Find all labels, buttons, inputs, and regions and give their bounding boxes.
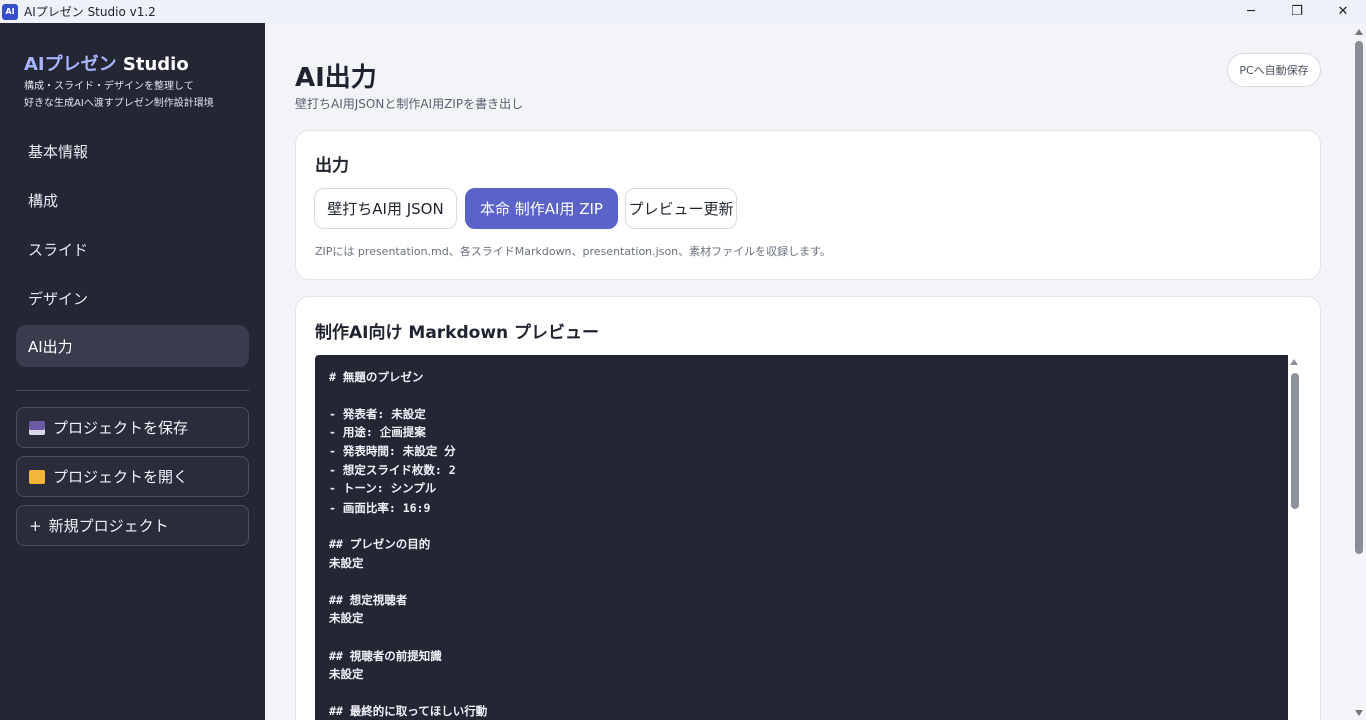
page-title: AI出力 bbox=[295, 63, 377, 93]
tagline-line-2: 好きな生成AIへ渡すプレゼン制作設計環境 bbox=[24, 98, 214, 109]
window-controls: ─ ❐ ✕ bbox=[1228, 0, 1366, 23]
preview-line: # 無題のプレゼン bbox=[329, 370, 424, 384]
brand-title: AIプレゼン Studio bbox=[24, 50, 189, 76]
output-card-title: 出力 bbox=[315, 156, 349, 176]
brand-accent: AIプレゼン bbox=[24, 54, 117, 75]
window-scrollbar[interactable] bbox=[1352, 23, 1366, 720]
zip-note: ZIPには presentation.md、各スライドMarkdown、pres… bbox=[315, 245, 832, 258]
markdown-preview[interactable]: # 無題のプレゼン - 発表者: 未設定 - 用途: 企画提案 - 発表時間: … bbox=[315, 355, 1288, 720]
open-project-label: プロジェクトを開く bbox=[53, 468, 189, 486]
brand-tagline: 構成・スライド・デザインを整理して 好きな生成AIへ渡すプレゼン制作設計環境 bbox=[24, 78, 214, 112]
sidebar-item-structure[interactable]: 構成 bbox=[16, 179, 249, 221]
app-icon: AI bbox=[2, 3, 18, 20]
preview-card: 制作AI向け Markdown プレビュー # 無題のプレゼン - 発表者: 未… bbox=[295, 296, 1321, 720]
output-card: 出力 壁打ちAI用 JSON 本命 制作AI用 ZIP プレビュー更新 ZIPに… bbox=[295, 130, 1321, 280]
preview-line: 未設定 bbox=[329, 611, 364, 625]
minimize-button[interactable]: ─ bbox=[1228, 0, 1274, 23]
window-scroll-thumb[interactable] bbox=[1355, 41, 1363, 554]
preview-line: - 想定スライド枚数: 2 bbox=[329, 463, 456, 477]
refresh-preview-button[interactable]: プレビュー更新 bbox=[625, 188, 737, 229]
open-project-button[interactable]: プロジェクトを開く bbox=[16, 456, 249, 497]
sidebar-divider bbox=[16, 390, 249, 391]
sidebar-item-slides[interactable]: スライド bbox=[16, 228, 249, 270]
sidebar-item-basic-info[interactable]: 基本情報 bbox=[16, 130, 249, 172]
sidebar-item-ai-output[interactable]: AI出力 bbox=[16, 325, 249, 367]
preview-card-title: 制作AI向け Markdown プレビュー bbox=[315, 323, 600, 343]
preview-line: ## プレゼンの目的 bbox=[329, 537, 431, 551]
close-button[interactable]: ✕ bbox=[1320, 0, 1366, 23]
preview-line: ## 想定視聴者 bbox=[329, 593, 408, 607]
window-titlebar: AI AIプレゼン Studio v1.2 ─ ❐ ✕ bbox=[0, 0, 1366, 23]
new-project-button[interactable]: + 新規プロジェクト bbox=[16, 505, 249, 546]
sidebar-item-design[interactable]: デザイン bbox=[16, 277, 249, 319]
export-json-button[interactable]: 壁打ちAI用 JSON bbox=[314, 188, 457, 229]
save-project-label: プロジェクトを保存 bbox=[53, 419, 189, 437]
folder-icon bbox=[29, 469, 45, 484]
sidebar: AIプレゼン Studio 構成・スライド・デザインを整理して 好きな生成AIへ… bbox=[0, 23, 265, 720]
scroll-up-arrow-icon[interactable] bbox=[1290, 359, 1298, 365]
autosave-button[interactable]: PCへ自動保存 bbox=[1227, 53, 1321, 87]
preview-line: ## 視聴者の前提知識 bbox=[329, 649, 442, 663]
preview-line: - 画面比率: 16:9 bbox=[329, 501, 431, 515]
new-project-label: 新規プロジェクト bbox=[48, 517, 169, 535]
save-project-button[interactable]: プロジェクトを保存 bbox=[16, 407, 249, 448]
preview-line: - 発表時間: 未設定 分 bbox=[329, 444, 456, 458]
export-zip-button[interactable]: 本命 制作AI用 ZIP bbox=[465, 188, 618, 229]
window-title: AIプレゼン Studio v1.2 bbox=[24, 5, 156, 19]
preview-line: - 用途: 企画提案 bbox=[329, 425, 426, 439]
preview-line: 未設定 bbox=[329, 556, 364, 570]
window-scroll-up-icon[interactable] bbox=[1355, 29, 1363, 35]
floppy-disk-icon bbox=[29, 420, 45, 435]
preview-line: - トーン: シンプル bbox=[329, 481, 437, 495]
window-scroll-down-icon[interactable] bbox=[1355, 710, 1363, 716]
page-subtitle: 壁打ちAI用JSONと制作AI用ZIPを書き出し bbox=[295, 97, 524, 111]
preview-line: - 発表者: 未設定 bbox=[329, 407, 426, 421]
maximize-button[interactable]: ❐ bbox=[1274, 0, 1320, 23]
preview-scrollbar[interactable] bbox=[1290, 357, 1300, 720]
preview-line: 未設定 bbox=[329, 667, 364, 681]
plus-icon: + bbox=[29, 516, 42, 535]
preview-scroll-thumb[interactable] bbox=[1291, 373, 1299, 509]
tagline-line-1: 構成・スライド・デザインを整理して bbox=[24, 81, 194, 92]
preview-line: ## 最終的に取ってほしい行動 bbox=[329, 704, 488, 718]
brand-rest: Studio bbox=[116, 54, 189, 75]
